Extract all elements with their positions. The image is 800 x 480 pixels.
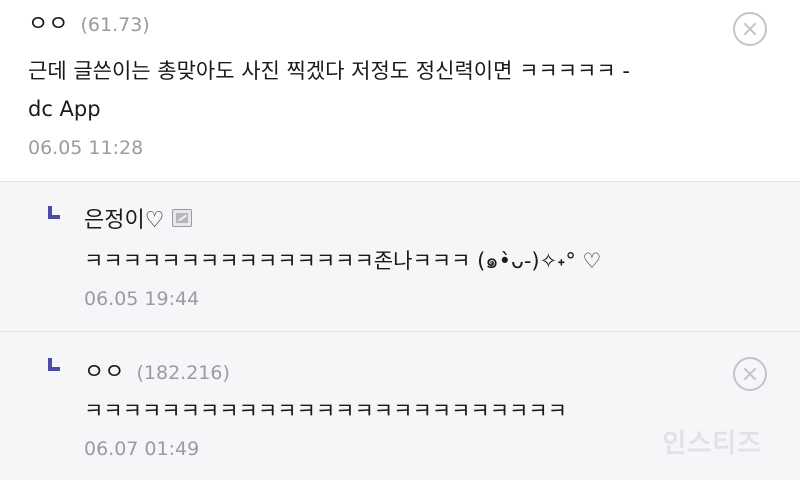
gallog-icon[interactable]: [172, 209, 193, 227]
reply-arrow-icon: [48, 206, 60, 219]
comment-date: 06.07 01:49: [84, 438, 200, 460]
comment-date: 06.05 11:28: [28, 137, 144, 159]
comment-item: ㅇㅇ (61.73) 근데 글쓴이는 총맞아도 사진 찍겠다 저정도 정신력이면…: [0, 0, 800, 182]
comment-header: 은정이♡: [84, 202, 193, 234]
reply-comment-item: 은정이♡ ㅋㅋㅋㅋㅋㅋㅋㅋㅋㅋㅋㅋㅋㅋㅋ존나ㅋㅋㅋ (๑•̀ᴗ-)✧˖° ♡ 0…: [0, 182, 800, 332]
delete-comment-button[interactable]: [733, 12, 767, 46]
comment-header: ㅇㅇ (182.216): [84, 354, 230, 386]
comment-ip: (182.216): [136, 362, 230, 384]
comment-text-line2: dc App: [28, 97, 101, 121]
watermark-logo: 인스티즈: [662, 429, 762, 459]
delete-comment-button[interactable]: [733, 357, 767, 391]
comment-text: ㅋㅋㅋㅋㅋㅋㅋㅋㅋㅋㅋㅋㅋㅋㅋㅋㅋㅋㅋㅋㅋㅋㅋㅋㅋ: [84, 399, 567, 423]
comment-text-line1: 근데 글쓴이는 총맞아도 사진 찍겠다 저정도 정신력이면 ㅋㅋㅋㅋㅋ -: [28, 59, 630, 83]
comment-text: ㅋㅋㅋㅋㅋㅋㅋㅋㅋㅋㅋㅋㅋㅋㅋ존나ㅋㅋㅋ (๑•̀ᴗ-)✧˖° ♡: [84, 249, 602, 273]
comment-nickname[interactable]: ㅇㅇ: [84, 354, 124, 386]
comment-nickname[interactable]: 은정이♡: [84, 202, 164, 234]
comment-ip: (61.73): [80, 14, 150, 36]
comment-date: 06.05 19:44: [84, 288, 200, 310]
comment-header: ㅇㅇ (61.73): [28, 6, 150, 38]
comment-nickname[interactable]: ㅇㅇ: [28, 6, 68, 38]
reply-arrow-icon: [48, 358, 60, 371]
